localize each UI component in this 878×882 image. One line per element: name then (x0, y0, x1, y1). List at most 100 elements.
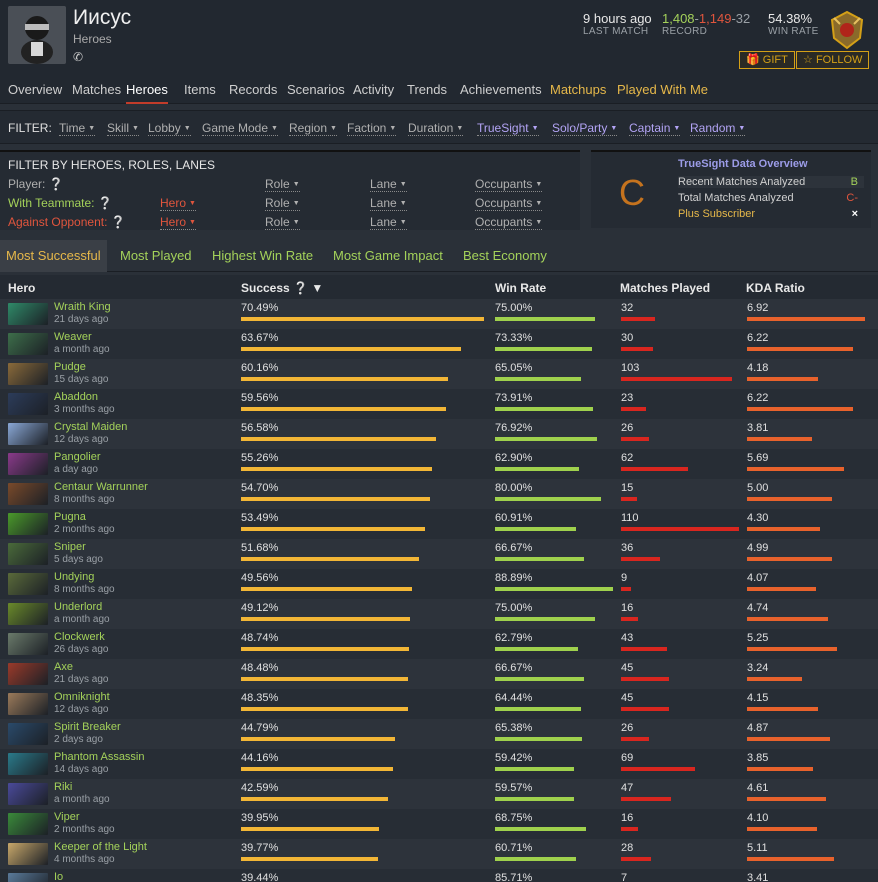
filter-skill[interactable]: Skill ▼ (107, 121, 139, 136)
filter-lobby[interactable]: Lobby ▼ (148, 121, 191, 136)
nav-scenarios[interactable]: Scenarios (287, 82, 345, 97)
hero-portrait[interactable] (8, 363, 48, 385)
nav-trends[interactable]: Trends (407, 82, 447, 97)
hero-name[interactable]: Underlord (54, 601, 102, 613)
hero-portrait[interactable] (8, 753, 48, 775)
player-avatar[interactable] (8, 6, 66, 64)
tab-most-played[interactable]: Most Played (114, 240, 198, 272)
table-row[interactable]: Omniknight 12 days ago 48.35% 64.44% 45 4.15 (0, 689, 878, 719)
nav-matches[interactable]: Matches (72, 82, 121, 97)
column-kda-ratio[interactable]: KDA Ratio (746, 281, 805, 295)
hero-name[interactable]: Viper (54, 811, 79, 823)
table-row[interactable]: Phantom Assassin 14 days ago 44.16% 59.42% 6… (0, 749, 878, 779)
nav-heroes[interactable]: Heroes (126, 82, 168, 104)
table-row[interactable]: Centaur Warrunner 8 months ago 54.70% 80.00… (0, 479, 878, 509)
hero-name[interactable]: Keeper of the Light (54, 841, 147, 853)
table-row[interactable]: Wraith King 21 days ago 70.49% 75.00% 32 6.92 (0, 299, 878, 329)
help-icon[interactable]: ❔ (49, 177, 64, 191)
opponent-occupants-select[interactable]: Occupants ▼ (475, 215, 543, 230)
teammate-occupants-select[interactable]: Occupants ▼ (475, 196, 543, 211)
opponent-hero-select[interactable]: Hero ▼ (160, 215, 196, 230)
player-lane-select[interactable]: Lane ▼ (370, 177, 407, 192)
help-icon[interactable]: ❔ (98, 196, 113, 210)
hero-name[interactable]: Spirit Breaker (54, 721, 121, 733)
hero-name[interactable]: Clockwerk (54, 631, 105, 643)
hero-name[interactable]: Pangolier (54, 451, 100, 463)
tab-best-economy[interactable]: Best Economy (457, 240, 553, 272)
table-row[interactable]: Clockwerk 26 days ago 48.74% 62.79% 43 5.25 (0, 629, 878, 659)
table-row[interactable]: Riki a month ago 42.59% 59.57% 47 4.61 (0, 779, 878, 809)
hero-name[interactable]: Axe (54, 661, 73, 673)
help-icon[interactable]: ❔ (111, 215, 126, 229)
filter-time[interactable]: Time ▼ (59, 121, 96, 136)
tab-highest-win-rate[interactable]: Highest Win Rate (206, 240, 319, 272)
gift-button[interactable]: 🎁 GIFT (739, 51, 795, 69)
tab-most-game-impact[interactable]: Most Game Impact (327, 240, 449, 272)
table-row[interactable]: Pudge 15 days ago 60.16% 65.05% 103 4.18 (0, 359, 878, 389)
nav-played-with-me[interactable]: Played With Me (617, 82, 708, 97)
follow-button[interactable]: ☆ FOLLOW (796, 51, 870, 69)
help-icon[interactable]: ❔ (293, 281, 308, 295)
filter-region[interactable]: Region ▼ (289, 121, 337, 136)
hero-portrait[interactable] (8, 333, 48, 355)
hero-portrait[interactable] (8, 483, 48, 505)
hero-name[interactable]: Omniknight (54, 691, 110, 703)
hero-name[interactable]: Phantom Assassin (54, 751, 145, 763)
table-row[interactable]: Undying 8 months ago 49.56% 88.89% 9 4.07 (0, 569, 878, 599)
table-row[interactable]: Keeper of the Light 4 months ago 39.77% 60.… (0, 839, 878, 869)
filter-faction[interactable]: Faction ▼ (347, 121, 397, 136)
hero-portrait[interactable] (8, 723, 48, 745)
table-row[interactable]: Sniper 5 days ago 51.68% 66.67% 36 4.99 (0, 539, 878, 569)
hero-portrait[interactable] (8, 453, 48, 475)
teammate-lane-select[interactable]: Lane ▼ (370, 196, 407, 211)
table-row[interactable]: Spirit Breaker 2 days ago 44.79% 65.38% 26 4.… (0, 719, 878, 749)
hero-portrait[interactable] (8, 813, 48, 835)
table-row[interactable]: Abaddon 3 months ago 59.56% 73.91% 23 6.22 (0, 389, 878, 419)
column-hero[interactable]: Hero (8, 281, 35, 295)
hero-portrait[interactable] (8, 603, 48, 625)
nav-items[interactable]: Items (184, 82, 216, 97)
hero-name[interactable]: Pugna (54, 511, 86, 523)
hero-portrait[interactable] (8, 783, 48, 805)
tab-most-successful[interactable]: Most Successful (0, 240, 107, 272)
opponent-role-select[interactable]: Role ▼ (265, 215, 300, 230)
hero-name[interactable]: Riki (54, 781, 72, 793)
hero-name[interactable]: Io (54, 871, 63, 882)
teammate-hero-select[interactable]: Hero ▼ (160, 196, 196, 211)
close-icon[interactable]: × (852, 208, 858, 220)
opponent-lane-select[interactable]: Lane ▼ (370, 215, 407, 230)
column-matches-played[interactable]: Matches Played (620, 281, 710, 295)
hero-portrait[interactable] (8, 663, 48, 685)
nav-activity[interactable]: Activity (353, 82, 394, 97)
hero-portrait[interactable] (8, 843, 48, 865)
teammate-role-select[interactable]: Role ▼ (265, 196, 300, 211)
hero-portrait[interactable] (8, 573, 48, 595)
filter-truesight[interactable]: TrueSight ▼ (477, 121, 539, 136)
filter-captain[interactable]: Captain ▼ (629, 121, 681, 136)
filter-solo-party[interactable]: Solo/Party ▼ (552, 121, 618, 136)
player-occupants-select[interactable]: Occupants ▼ (475, 177, 543, 192)
column-win-rate[interactable]: Win Rate (495, 281, 546, 295)
table-row[interactable]: Underlord a month ago 49.12% 75.00% 16 4.74 (0, 599, 878, 629)
table-row[interactable]: Weaver a month ago 63.67% 73.33% 30 6.22 (0, 329, 878, 359)
hero-name[interactable]: Wraith King (54, 301, 111, 313)
column-success[interactable]: Success ❔ ▼ (241, 281, 323, 295)
table-row[interactable]: Axe 21 days ago 48.48% 66.67% 45 3.24 (0, 659, 878, 689)
hero-portrait[interactable] (8, 543, 48, 565)
hero-portrait[interactable] (8, 303, 48, 325)
nav-matchups[interactable]: Matchups (550, 82, 606, 97)
filter-random[interactable]: Random ▼ (690, 121, 746, 136)
hero-name[interactable]: Sniper (54, 541, 86, 553)
hero-portrait[interactable] (8, 393, 48, 415)
table-row[interactable]: Pugna 2 months ago 53.49% 60.91% 110 4.30 (0, 509, 878, 539)
hero-name[interactable]: Centaur Warrunner (54, 481, 148, 493)
hero-name[interactable]: Undying (54, 571, 94, 583)
truesight-title[interactable]: TrueSight Data Overview (678, 158, 808, 170)
table-row[interactable]: Viper 2 months ago 39.95% 68.75% 16 4.10 (0, 809, 878, 839)
hero-portrait[interactable] (8, 423, 48, 445)
table-row[interactable]: Crystal Maiden 12 days ago 56.58% 76.92% 26 3… (0, 419, 878, 449)
nav-records[interactable]: Records (229, 82, 277, 97)
filter-duration[interactable]: Duration ▼ (408, 121, 464, 136)
hero-name[interactable]: Crystal Maiden (54, 421, 127, 433)
hero-portrait[interactable] (8, 513, 48, 535)
